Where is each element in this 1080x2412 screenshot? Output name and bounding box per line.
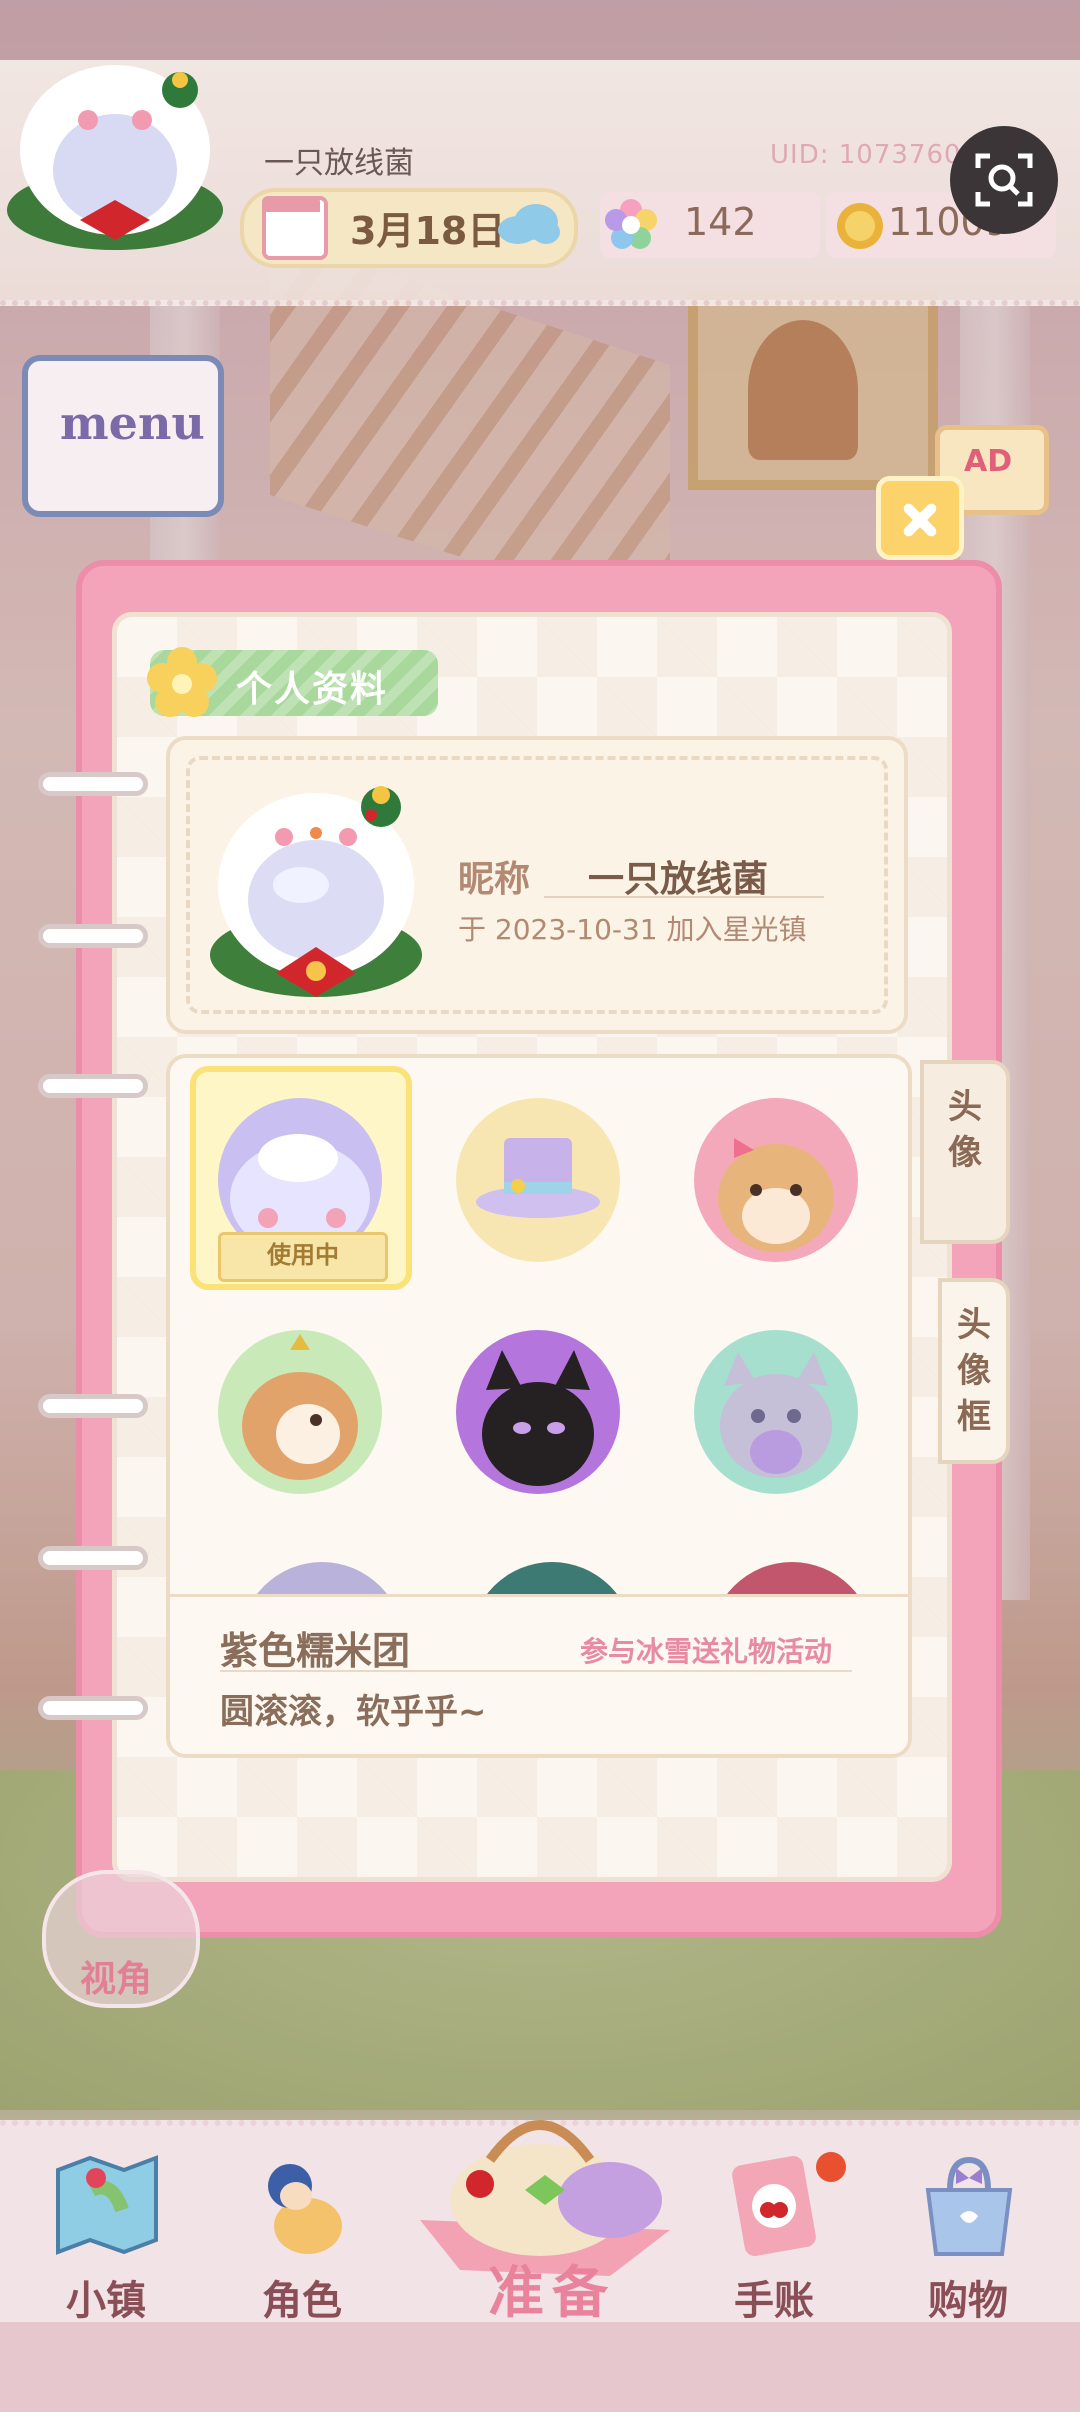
nav-label-shopping: 购物 bbox=[928, 2278, 1008, 2324]
cloud-weather-icon bbox=[498, 204, 560, 244]
scan-search-icon bbox=[975, 153, 1033, 207]
tab-avatar-label: 头 像 bbox=[948, 1087, 982, 1173]
binder-ring bbox=[38, 1394, 148, 1418]
detail-separator bbox=[170, 1594, 908, 1597]
screenshot-button[interactable] bbox=[950, 126, 1058, 234]
avatar-option-shiba-bow[interactable] bbox=[694, 1098, 858, 1262]
avatar-option-gray-cat[interactable] bbox=[694, 1330, 858, 1494]
bottom-strip bbox=[0, 2322, 1080, 2412]
nickname-underline bbox=[544, 896, 824, 898]
tab-avatar[interactable]: 头 像 bbox=[920, 1060, 1010, 1244]
nav-label-journal: 手账 bbox=[734, 2278, 814, 2324]
binder-ring bbox=[38, 1546, 148, 1570]
avatar-option-black-cat[interactable] bbox=[456, 1330, 620, 1494]
map-icon[interactable] bbox=[52, 2150, 162, 2260]
binder-ring bbox=[38, 924, 148, 948]
nav-label-character: 角色 bbox=[262, 2278, 342, 2324]
selected-avatar-source: 参与冰雪送礼物活动 bbox=[580, 1635, 833, 1668]
profile-avatar bbox=[210, 786, 422, 997]
selected-avatar-name: 紫色糯米团 bbox=[220, 1629, 411, 1673]
gold-coin-icon bbox=[837, 203, 883, 249]
tab-avatar-frame[interactable]: 头 像 框 bbox=[938, 1278, 1010, 1464]
avatar-option-top-hat[interactable] bbox=[456, 1098, 620, 1262]
binder-ring bbox=[38, 772, 148, 796]
date-text: 3月18日 bbox=[350, 209, 506, 253]
player-uid: UID: 10737601 bbox=[770, 140, 980, 170]
notification-badge bbox=[816, 2152, 846, 2182]
selected-avatar-description: 圆滚滚，软乎乎~ bbox=[220, 1692, 487, 1732]
binder-ring bbox=[38, 1074, 148, 1098]
in-use-badge: 使用中 bbox=[218, 1232, 388, 1282]
flower-count: 142 bbox=[684, 200, 757, 244]
shopping-bag-icon[interactable] bbox=[914, 2150, 1024, 2260]
nickname-value: 一只放线菌 bbox=[588, 859, 769, 900]
calendar-icon bbox=[262, 196, 328, 260]
nickname-label: 昵称 bbox=[458, 859, 531, 900]
grid-panel-footer-bg bbox=[170, 1594, 908, 1754]
rainbow-flower-icon bbox=[605, 199, 657, 249]
binder-ring bbox=[38, 1696, 148, 1720]
menu-label: menu bbox=[60, 396, 205, 450]
avatar-option-cream-puppy[interactable] bbox=[218, 1330, 382, 1494]
ad-label: AD bbox=[964, 444, 1013, 479]
tab-avatar-frame-label: 头 像 框 bbox=[957, 1305, 991, 1437]
section-title: 个人资料 bbox=[236, 669, 389, 710]
player-name: 一只放线菌 bbox=[264, 146, 414, 181]
nav-label-prepare: 准备 bbox=[488, 2261, 616, 2326]
player-avatar[interactable] bbox=[0, 50, 230, 260]
detail-underline bbox=[220, 1670, 852, 1672]
close-button[interactable] bbox=[876, 476, 964, 560]
flower-icon bbox=[147, 647, 217, 717]
join-date-text: 于 2023-10-31 加入星光镇 bbox=[458, 913, 807, 946]
character-icon[interactable] bbox=[248, 2150, 358, 2260]
nav-label-town: 小镇 bbox=[66, 2278, 146, 2324]
journal-icon[interactable] bbox=[718, 2150, 828, 2260]
view-angle-label: 视角 bbox=[80, 1959, 153, 2000]
